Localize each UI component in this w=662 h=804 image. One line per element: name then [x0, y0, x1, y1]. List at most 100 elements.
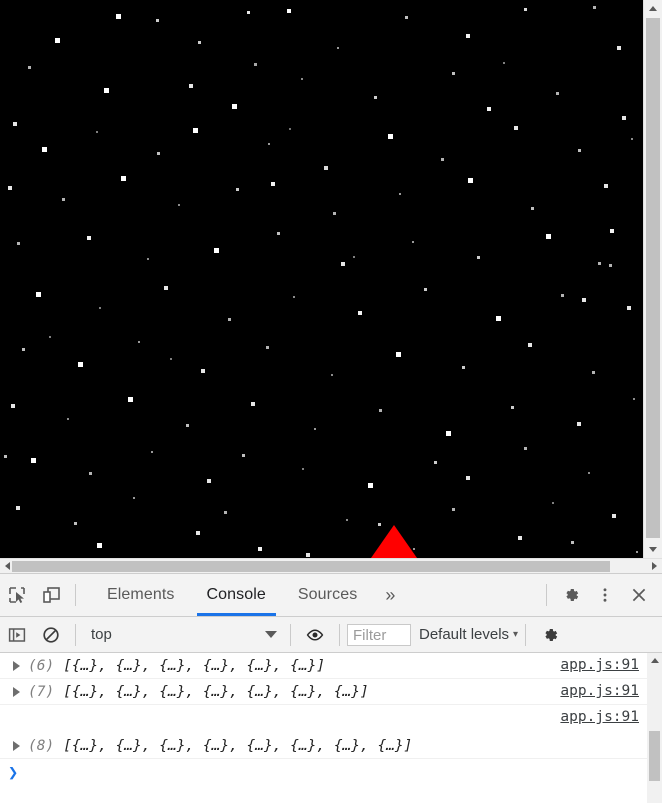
star — [228, 318, 231, 321]
star — [302, 468, 304, 470]
star — [627, 306, 631, 310]
scroll-up-arrow-icon[interactable] — [644, 0, 662, 17]
console-sidebar-icon[interactable] — [0, 618, 34, 652]
gear-icon[interactable] — [554, 578, 588, 612]
star — [128, 397, 133, 402]
star — [487, 107, 491, 111]
star — [496, 316, 501, 321]
page-horizontal-scrollbar-thumb[interactable] — [12, 561, 610, 572]
array-preview: [{…}, {…}, {…}, {…}, {…}, {…}] — [63, 658, 326, 674]
console-settings-gear-icon[interactable] — [533, 618, 567, 652]
toolbar-divider — [75, 584, 76, 606]
star — [236, 188, 239, 191]
scroll-down-arrow-icon[interactable] — [644, 541, 662, 558]
star — [609, 264, 612, 267]
star — [22, 348, 25, 351]
star — [524, 447, 527, 450]
star — [74, 522, 77, 525]
star — [462, 366, 465, 369]
console-message-text: (8) [{…}, {…}, {…}, {…}, {…}, {…}, {…}, {… — [28, 736, 412, 757]
tab-sources[interactable]: Sources — [282, 574, 373, 616]
star — [78, 362, 83, 367]
console-toolbar-divider-3 — [339, 623, 340, 646]
page-vertical-scrollbar[interactable] — [643, 0, 662, 558]
log-levels-dropdown[interactable]: Default levels ▾ — [419, 626, 518, 643]
expand-arrow-icon[interactable] — [13, 741, 20, 751]
star — [578, 149, 581, 152]
star — [55, 38, 60, 43]
star — [324, 166, 328, 170]
star — [374, 96, 377, 99]
star — [254, 63, 257, 66]
console-vertical-scrollbar-thumb[interactable] — [649, 731, 660, 781]
console-toolbar-divider-1 — [75, 623, 76, 646]
more-tabs-button[interactable]: » — [373, 574, 407, 616]
expand-arrow-icon[interactable] — [13, 661, 20, 671]
star — [242, 454, 245, 457]
prompt-chevron-icon: ❯ — [8, 763, 19, 783]
console-scroll-region: (6) [{…}, {…}, {…}, {…}, {…}, {…}] app.js:… — [0, 653, 647, 803]
star — [468, 178, 473, 183]
console-vertical-scrollbar[interactable] — [647, 653, 662, 803]
console-message-row[interactable]: (6) [{…}, {…}, {…}, {…}, {…}, {…}] app.js:… — [0, 653, 647, 679]
clear-console-icon[interactable] — [34, 618, 68, 652]
star — [138, 341, 140, 343]
tab-console[interactable]: Console — [191, 574, 282, 616]
console-message-row[interactable]: (7) [{…}, {…}, {…}, {…}, {…}, {…}, {…}] ap… — [0, 679, 647, 705]
star — [592, 371, 595, 374]
devtools-tabbar: Elements Console Sources » — [0, 574, 662, 617]
star — [16, 506, 20, 510]
star — [561, 294, 564, 297]
star — [353, 256, 355, 258]
source-link[interactable]: app.js:91 — [560, 709, 639, 725]
star — [198, 41, 201, 44]
array-preview: [{…}, {…}, {…}, {…}, {…}, {…}, {…}] — [63, 684, 369, 700]
console-toolbar-divider-4 — [525, 623, 527, 646]
star — [604, 184, 608, 188]
star — [546, 234, 551, 239]
star — [556, 92, 559, 95]
star — [598, 262, 601, 265]
source-link[interactable]: app.js:91 — [560, 683, 639, 699]
star — [214, 248, 219, 253]
device-toolbar-icon[interactable] — [34, 578, 68, 612]
star — [379, 409, 382, 412]
tab-elements[interactable]: Elements — [91, 574, 191, 616]
scroll-right-arrow-icon[interactable] — [647, 559, 662, 573]
star — [503, 62, 505, 64]
tab-sources-label: Sources — [297, 586, 358, 603]
kebab-menu-icon[interactable] — [588, 578, 622, 612]
star — [341, 262, 345, 266]
devtools-tabbar-actions — [539, 578, 662, 612]
star — [636, 551, 638, 553]
log-levels-label: Default levels — [419, 626, 510, 643]
array-length-badge: (8) — [28, 738, 55, 754]
console-scroll-up-arrow-icon[interactable] — [647, 653, 662, 667]
star — [593, 6, 596, 9]
player-ship[interactable] — [371, 525, 417, 558]
inspect-element-icon[interactable] — [0, 578, 34, 612]
live-expression-eye-icon[interactable] — [298, 618, 332, 652]
console-filter-input[interactable]: Filter — [347, 623, 411, 646]
tab-console-label: Console — [206, 586, 266, 603]
star — [610, 229, 614, 233]
expand-arrow-icon[interactable] — [13, 687, 20, 697]
star — [62, 198, 65, 201]
star — [396, 352, 401, 357]
console-message-text: (6) [{…}, {…}, {…}, {…}, {…}, {…}] — [28, 656, 325, 677]
star — [147, 258, 149, 260]
star — [251, 402, 255, 406]
console-message-row[interactable]: (8) [{…}, {…}, {…}, {…}, {…}, {…}, {…}, {… — [0, 705, 647, 759]
close-icon[interactable] — [622, 578, 656, 612]
asteroids-game-canvas[interactable] — [0, 0, 643, 558]
chevron-down-icon — [265, 631, 277, 638]
execution-context-selector[interactable]: top — [83, 622, 283, 648]
star — [528, 343, 532, 347]
page-horizontal-scrollbar[interactable] — [0, 558, 662, 573]
more-tabs-label: » — [385, 584, 396, 605]
console-prompt[interactable]: ❯ — [0, 759, 647, 791]
star — [156, 19, 159, 22]
page-vertical-scrollbar-thumb[interactable] — [646, 18, 660, 538]
source-link[interactable]: app.js:91 — [560, 657, 639, 673]
star — [186, 424, 189, 427]
